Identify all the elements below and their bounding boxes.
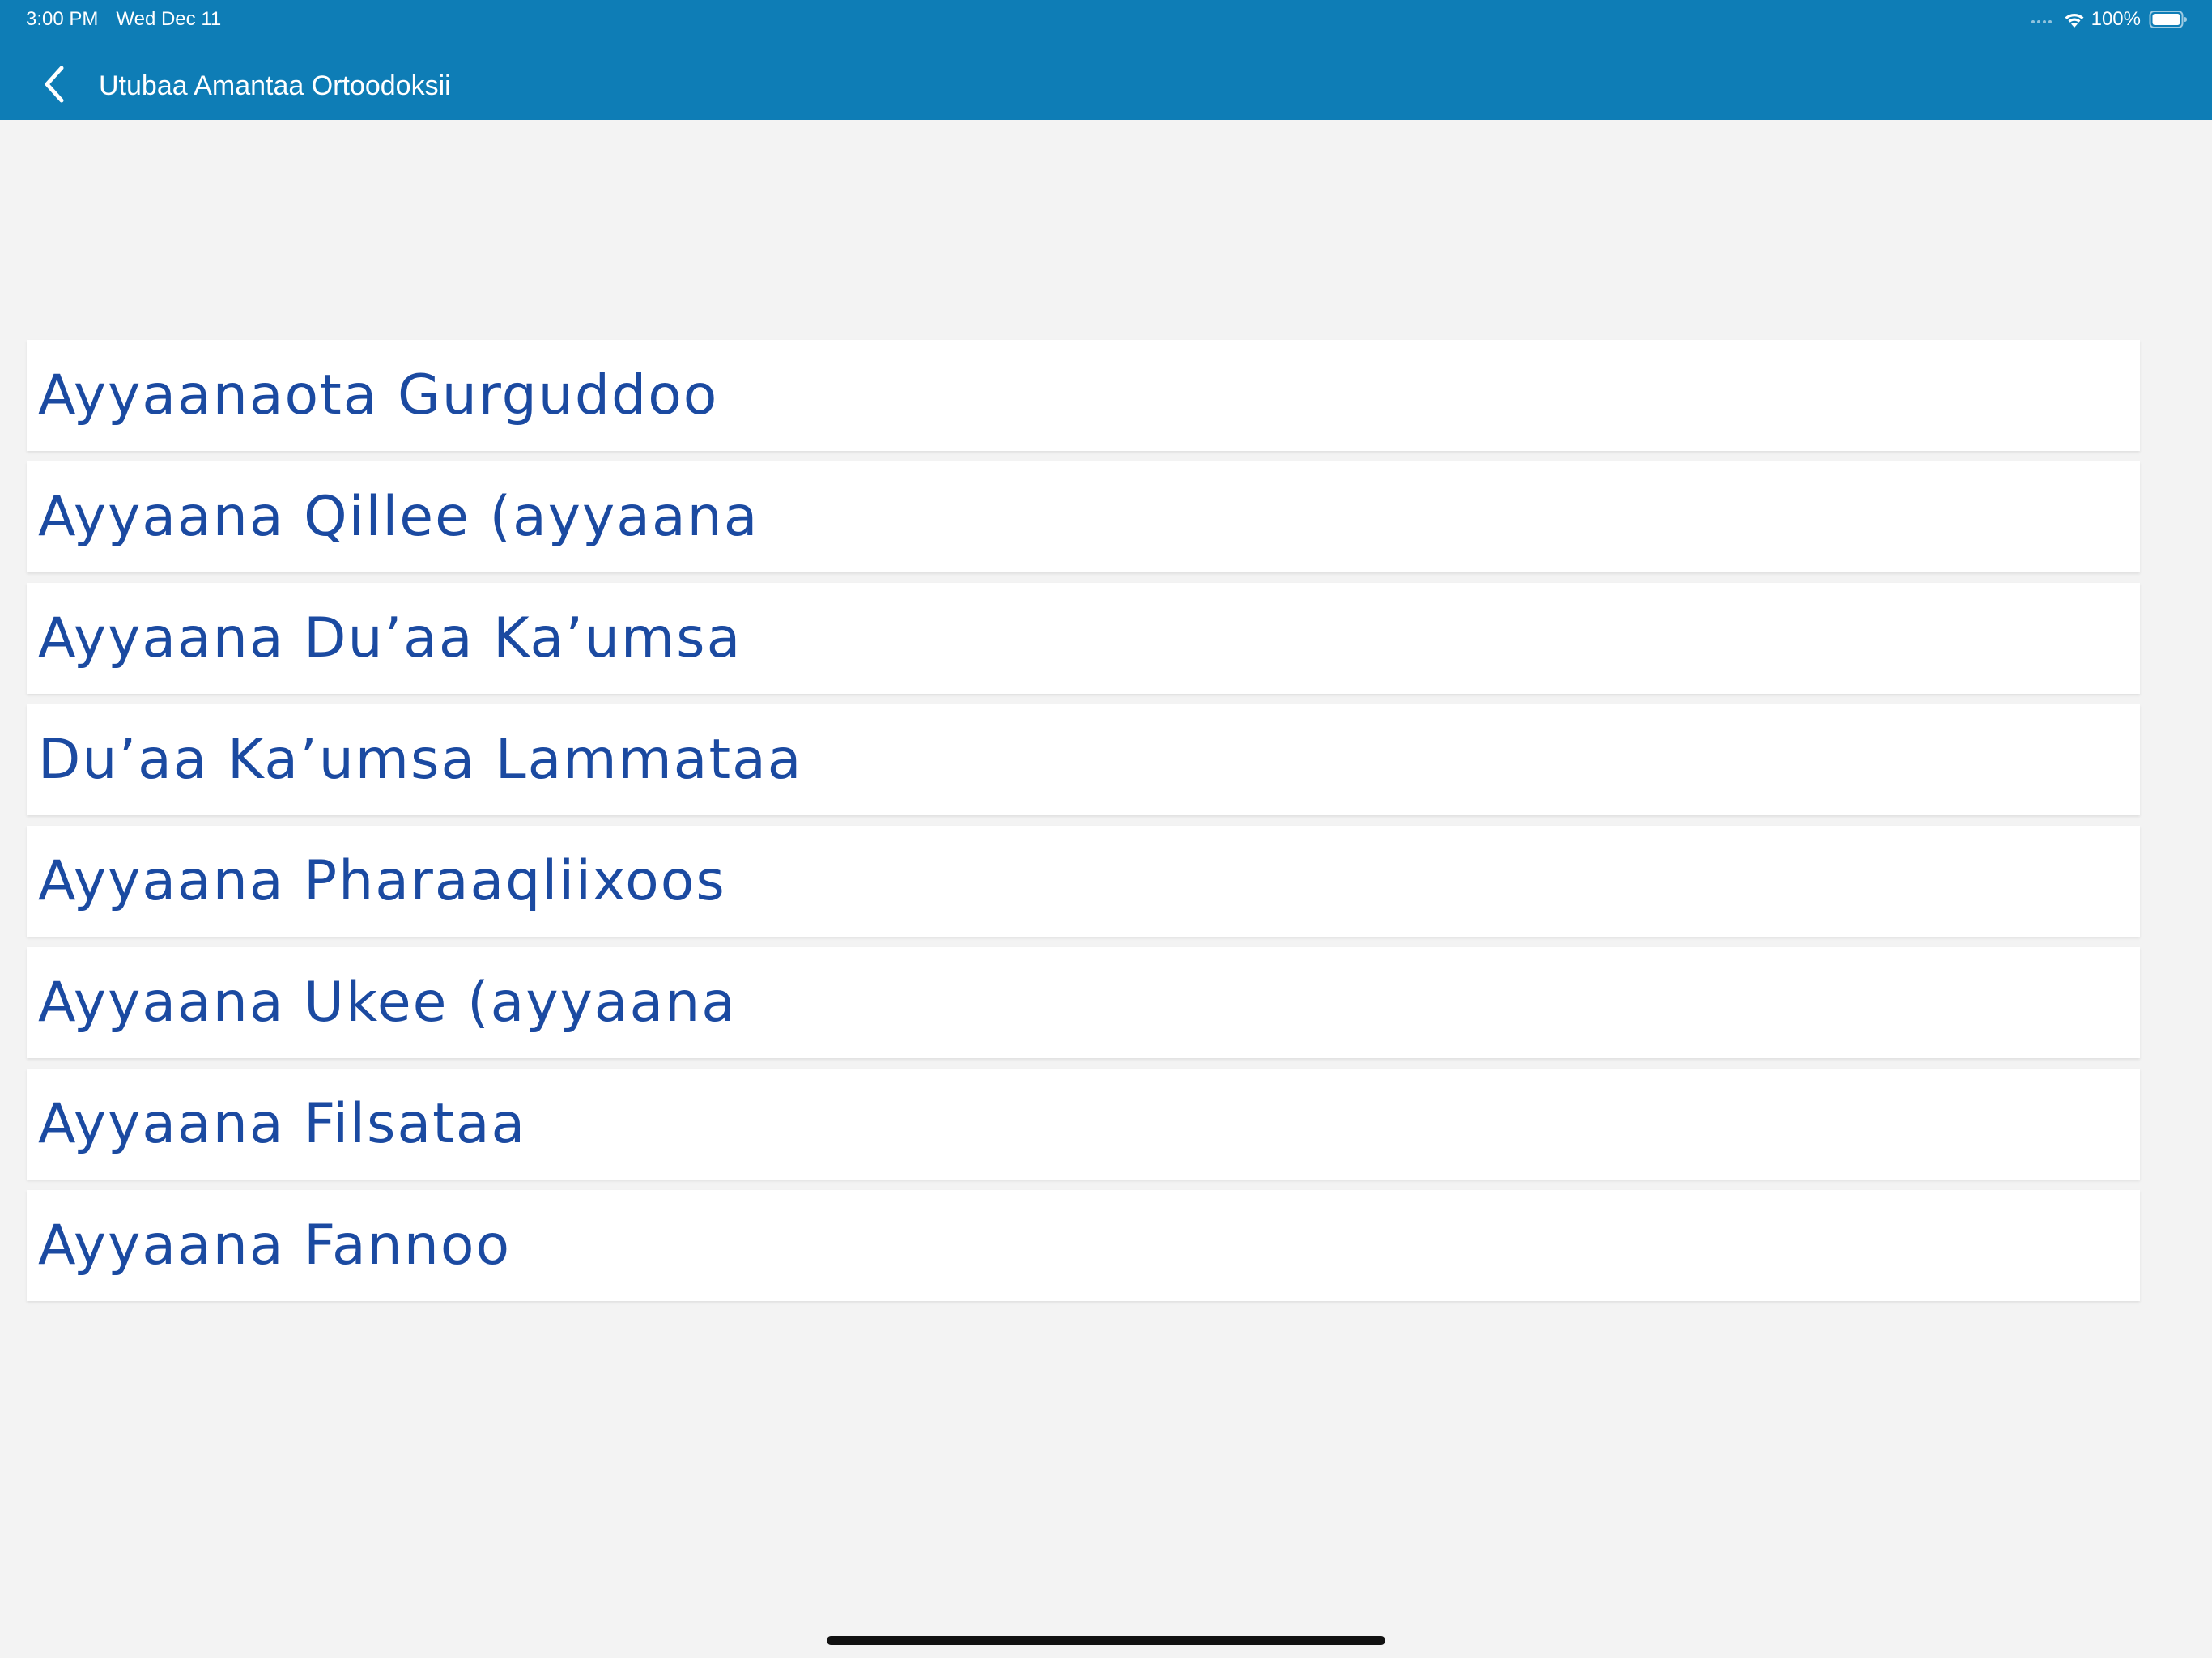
list-item-label: Du’aa Ka’umsa Lammataa (38, 728, 803, 792)
page-title: Utubaa Amantaa Ortoodoksii (99, 70, 451, 101)
list-item-label: Ayyaanaota Gurguddoo (38, 363, 719, 427)
list-item-label: Ayyaana Du’aa Ka’umsa (38, 606, 742, 670)
list-item[interactable]: Ayyaanaota Gurguddoo (27, 340, 2140, 451)
list-item-label: Ayyaana Fannoo (38, 1214, 512, 1278)
list-item[interactable]: Ayyaana Fannoo (27, 1190, 2140, 1301)
list-item[interactable]: Du’aa Ka’umsa Lammataa (27, 704, 2140, 815)
chevron-left-icon (45, 66, 64, 103)
cellular-icon (2031, 15, 2054, 23)
status-bar-left: 3:00 PM Wed Dec 11 (26, 6, 221, 32)
battery-percent: 100% (2091, 8, 2141, 30)
wifi-icon (2062, 11, 2087, 28)
back-button[interactable] (32, 58, 76, 110)
status-bar-right: 100% (2031, 6, 2188, 32)
home-indicator[interactable] (827, 1636, 1385, 1645)
status-date: Wed Dec 11 (116, 8, 222, 30)
list-item[interactable]: Ayyaana Pharaaqliixoos (27, 826, 2140, 937)
list-item-label: Ayyaana Ukee (ayyaana (38, 971, 737, 1035)
navigation-bar: Utubaa Amantaa Ortoodoksii (0, 47, 2212, 120)
list-item-label: Ayyaana Pharaaqliixoos (38, 849, 726, 913)
list-item-label: Ayyaana Filsataa (38, 1092, 527, 1156)
feast-list: Ayyaanaota Gurguddoo Ayyaana Qillee (ayy… (27, 340, 2140, 1312)
list-item[interactable]: Ayyaana Du’aa Ka’umsa (27, 583, 2140, 694)
list-item[interactable]: Ayyaana Qillee (ayyaana (27, 461, 2140, 572)
status-time: 3:00 PM (26, 8, 99, 30)
app-screen: 3:00 PM Wed Dec 11 100% Utubaa Amantaa O… (0, 0, 2212, 1658)
list-item[interactable]: Ayyaana Ukee (ayyaana (27, 947, 2140, 1058)
top-bar: 3:00 PM Wed Dec 11 100% Utubaa Amantaa O… (0, 0, 2212, 120)
list-item[interactable]: Ayyaana Filsataa (27, 1069, 2140, 1180)
battery-icon (2149, 10, 2188, 29)
list-item-label: Ayyaana Qillee (ayyaana (38, 485, 759, 549)
